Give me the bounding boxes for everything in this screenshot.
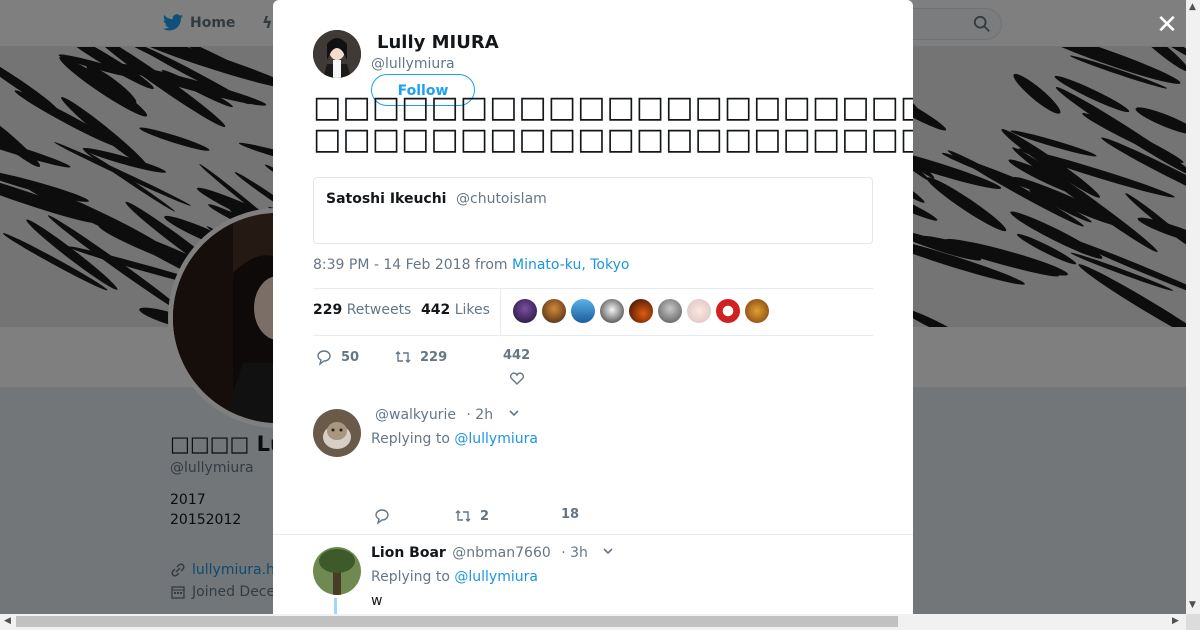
tweet-timestamp: 8:39 PM - 14 Feb 2018 from Minato-ku, To… <box>313 257 629 273</box>
retweet-count: 2 <box>480 508 490 524</box>
liker-avatar[interactable] <box>716 299 740 323</box>
liker-avatar[interactable] <box>542 299 566 323</box>
reply-count: 50 <box>341 349 360 365</box>
replying-prefix: Replying to <box>371 431 455 447</box>
reply-mention-link[interactable]: @lullymiura <box>454 569 538 585</box>
reply-divider <box>273 534 913 535</box>
like-count: 442 <box>503 348 531 363</box>
reply-mention-link[interactable]: @lullymiura <box>454 431 538 447</box>
reply-author-avatar[interactable] <box>313 409 361 457</box>
replying-to: Replying to @lullymiura <box>371 431 538 447</box>
quoted-tweet-author: Satoshi Ikeuchi <box>326 191 447 207</box>
tweet-author-name[interactable]: Lully MIURA <box>377 32 499 53</box>
scroll-down-arrow[interactable]: ▼ <box>1189 600 1196 610</box>
retweets-stat-count: 229 <box>313 302 343 318</box>
vertical-scrollbar[interactable]: ▲ ▼ <box>1186 0 1200 614</box>
tweet-author-avatar[interactable] <box>313 30 361 78</box>
scrollbar-corner <box>1186 614 1200 630</box>
like-count: 18 <box>561 507 580 522</box>
liker-avatar[interactable] <box>571 299 595 323</box>
reply-time[interactable]: · 3h <box>561 545 588 561</box>
replying-to: Replying to @lullymiura <box>371 569 538 585</box>
replying-prefix: Replying to <box>371 569 455 585</box>
reply-action[interactable]: 50 <box>315 348 359 366</box>
horizontal-scroll-thumb[interactable] <box>16 616 898 627</box>
likes-stat-count: 442 <box>421 302 451 318</box>
reply-icon <box>375 509 389 525</box>
reply-icon <box>317 350 331 366</box>
scroll-up-arrow[interactable]: ▲ <box>1189 2 1196 12</box>
reply-text: w <box>371 593 383 609</box>
retweet-action[interactable]: 229 <box>394 348 447 366</box>
reply-header: @walkyurie · 2h <box>371 407 520 423</box>
tweet-text: □□□□□□□□□□□□□□□□□□□□ □□□□□□□□□□□□□□□□□□□□… <box>313 92 913 156</box>
chevron-down-icon[interactable] <box>602 545 614 561</box>
retweets-stat[interactable]: 229 Retweets <box>313 302 411 318</box>
reply-author-name[interactable]: Lion Boar <box>371 545 446 561</box>
location-link[interactable]: Minato-ku, Tokyo <box>512 257 629 273</box>
likers-avatars <box>513 299 769 323</box>
heart-icon <box>509 372 524 385</box>
retweet-icon <box>395 351 411 363</box>
tweet-text-line: □□□□□□□□□□□□□□□□□□□□□□□□□□□□□□□□□□□□□□□□… <box>313 122 913 157</box>
liker-avatar[interactable] <box>687 299 711 323</box>
tweet-author-handle[interactable]: @lullymiura <box>371 56 455 72</box>
thread-line <box>334 598 337 614</box>
timestamp-text: 8:39 PM - 14 Feb 2018 from <box>313 257 512 273</box>
scroll-left-arrow[interactable]: ◀ <box>4 616 11 626</box>
liker-avatar[interactable] <box>600 299 624 323</box>
tweet-stats: 229 Retweets 442 Likes <box>313 288 873 336</box>
like-action[interactable]: 18 <box>561 507 579 522</box>
close-icon[interactable]: ✕ <box>1154 12 1180 38</box>
quoted-tweet[interactable]: Satoshi Ikeuchi @chutoislam <box>313 177 873 244</box>
reply-handle[interactable]: @walkyurie <box>375 407 456 423</box>
retweets-stat-label: Retweets <box>346 302 412 318</box>
likes-stat-label: Likes <box>454 302 490 318</box>
stat-divider <box>500 289 501 335</box>
reply-action[interactable] <box>373 507 391 525</box>
reply-time[interactable]: · 2h <box>466 407 493 423</box>
tweet-text-line: □□□□□□□□□□□□□□□□□□□□□□□□□□□□□□□□□□□□□□□□… <box>313 90 913 125</box>
retweet-icon <box>455 510 471 522</box>
reply-header: Lion Boar @nbman7660 · 3h <box>371 545 614 561</box>
like-action[interactable]: 442 <box>503 348 530 387</box>
retweet-action[interactable]: 2 <box>454 507 489 525</box>
liker-avatar[interactable] <box>629 299 653 323</box>
scroll-right-arrow[interactable]: ▶ <box>1172 616 1179 626</box>
reply-handle[interactable]: @nbman7660 <box>452 545 550 561</box>
tweet-modal: Lully MIURA @lullymiura Follow □□□□□□□□□… <box>273 0 913 614</box>
reply-author-avatar[interactable] <box>313 547 361 595</box>
chevron-down-icon[interactable] <box>508 407 520 423</box>
retweet-count: 229 <box>420 349 448 365</box>
liker-avatar[interactable] <box>658 299 682 323</box>
quoted-tweet-handle: @chutoislam <box>456 191 547 207</box>
liker-avatar[interactable] <box>513 299 537 323</box>
likes-stat[interactable]: 442 Likes <box>421 302 490 318</box>
liker-avatar[interactable] <box>745 299 769 323</box>
